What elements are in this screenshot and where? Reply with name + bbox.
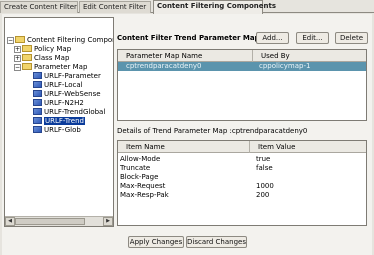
collapse-icon[interactable]: − — [14, 63, 21, 71]
item-value-cell: 1000 — [256, 182, 274, 190]
folder-icon — [22, 44, 32, 52]
components-tree[interactable]: − Content Filtering Components + Policy Ma… — [4, 17, 114, 227]
item-name-cell: Truncate — [120, 164, 151, 172]
details-table: Item Name Item Value Allow-Mode true Tru… — [117, 140, 367, 226]
tree-item-label: URLF-WebSense — [44, 90, 101, 98]
collapse-icon[interactable]: − — [7, 36, 14, 44]
table-header: Item Name Item Value — [118, 141, 366, 153]
details-title: Details of Trend Parameter Map :cptrendp… — [117, 127, 308, 135]
item-name-cell: Allow-Mode — [120, 155, 161, 163]
table-row[interactable]: Max-Resp-Pak 200 — [118, 191, 366, 200]
tab-content-filtering-components[interactable]: Content Filtering Components — [153, 0, 276, 14]
scroll-right-icon[interactable]: ▶ — [103, 217, 113, 226]
tree-item-urlf-websense[interactable]: URLF-WebSense — [33, 89, 101, 99]
item-name-cell: Max-Request — [120, 182, 166, 190]
tree-item-label: URLF-Local — [44, 81, 83, 89]
table-row[interactable]: Block-Page — [118, 173, 366, 182]
tab-bar: Create Content Filter Edit Content Filte… — [0, 0, 374, 14]
column-header-used-by[interactable]: Used By — [253, 50, 366, 62]
tree-item-label: Policy Map — [34, 45, 72, 53]
parameter-map-name-cell: cptrendparacatdeny0 — [126, 62, 202, 70]
parameter-map-icon — [33, 80, 42, 88]
tree-item-label: URLF-Parameter — [44, 72, 101, 80]
folder-icon — [22, 62, 32, 70]
parameter-map-icon — [33, 107, 42, 115]
add-button[interactable]: Add... — [256, 32, 289, 44]
column-header-item-name[interactable]: Item Name — [118, 141, 250, 153]
table-row[interactable]: Allow-Mode true — [118, 155, 366, 164]
table-row[interactable]: Truncate false — [118, 164, 366, 173]
column-header-parameter-map-name[interactable]: Parameter Map Name — [118, 50, 253, 62]
tree-item-label: Class Map — [34, 54, 70, 62]
table-header: Parameter Map Name Used By — [118, 50, 366, 62]
tree-item-label: URLF-TrendGlobal — [44, 108, 106, 116]
scrollbar-thumb[interactable] — [15, 218, 85, 225]
expand-icon[interactable]: + — [14, 45, 21, 53]
parameter-map-icon — [33, 71, 42, 79]
tree-item-parameter-map[interactable]: − Parameter Map — [14, 62, 88, 72]
discard-changes-button[interactable]: Discard Changes — [186, 236, 247, 248]
table-row[interactable]: cptrendparacatdeny0 cppolicymap-1 — [118, 62, 366, 71]
parameter-map-icon — [33, 116, 42, 124]
tab-edit-content-filter[interactable]: Edit Content Filter — [79, 1, 151, 13]
item-value-cell: false — [256, 164, 273, 172]
tree-item-label: Parameter Map — [34, 63, 88, 71]
scroll-left-icon[interactable]: ◀ — [5, 217, 15, 226]
tree-item-label: URLF-Trend — [44, 117, 85, 125]
parameter-map-title: Content Filter Trend Parameter Map — [117, 34, 260, 42]
horizontal-scrollbar[interactable]: ◀ ▶ — [5, 216, 113, 226]
item-name-cell: Max-Resp-Pak — [120, 191, 169, 199]
table-row[interactable]: Max-Request 1000 — [118, 182, 366, 191]
parameter-map-icon — [33, 98, 42, 106]
parameter-map-table: Parameter Map Name Used By cptrendparaca… — [117, 49, 367, 121]
parameter-map-icon — [33, 125, 42, 133]
delete-button[interactable]: Delete — [335, 32, 368, 44]
used-by-cell: cppolicymap-1 — [259, 62, 311, 70]
folder-icon — [15, 35, 25, 43]
item-name-cell: Block-Page — [120, 173, 159, 181]
tree-item-urlf-glob[interactable]: URLF-Glob — [33, 125, 81, 135]
column-header-item-value[interactable]: Item Value — [250, 141, 366, 153]
expand-icon[interactable]: + — [14, 54, 21, 62]
tree-item-label: URLF-N2H2 — [44, 99, 84, 107]
parameter-map-icon — [33, 89, 42, 97]
tree-item-urlf-trendglobal[interactable]: URLF-TrendGlobal — [33, 107, 106, 117]
folder-icon — [22, 53, 32, 61]
tree-item-label: URLF-Glob — [44, 126, 81, 134]
tree-item-label: Content Filtering Components — [27, 36, 113, 44]
edit-button[interactable]: Edit... — [296, 32, 329, 44]
tab-create-content-filter[interactable]: Create Content Filter — [0, 1, 78, 13]
apply-changes-button[interactable]: Apply Changes — [128, 236, 184, 248]
item-value-cell: 200 — [256, 191, 270, 199]
tree-item-urlf-parameter[interactable]: URLF-Parameter — [33, 71, 101, 81]
item-value-cell: true — [256, 155, 271, 163]
